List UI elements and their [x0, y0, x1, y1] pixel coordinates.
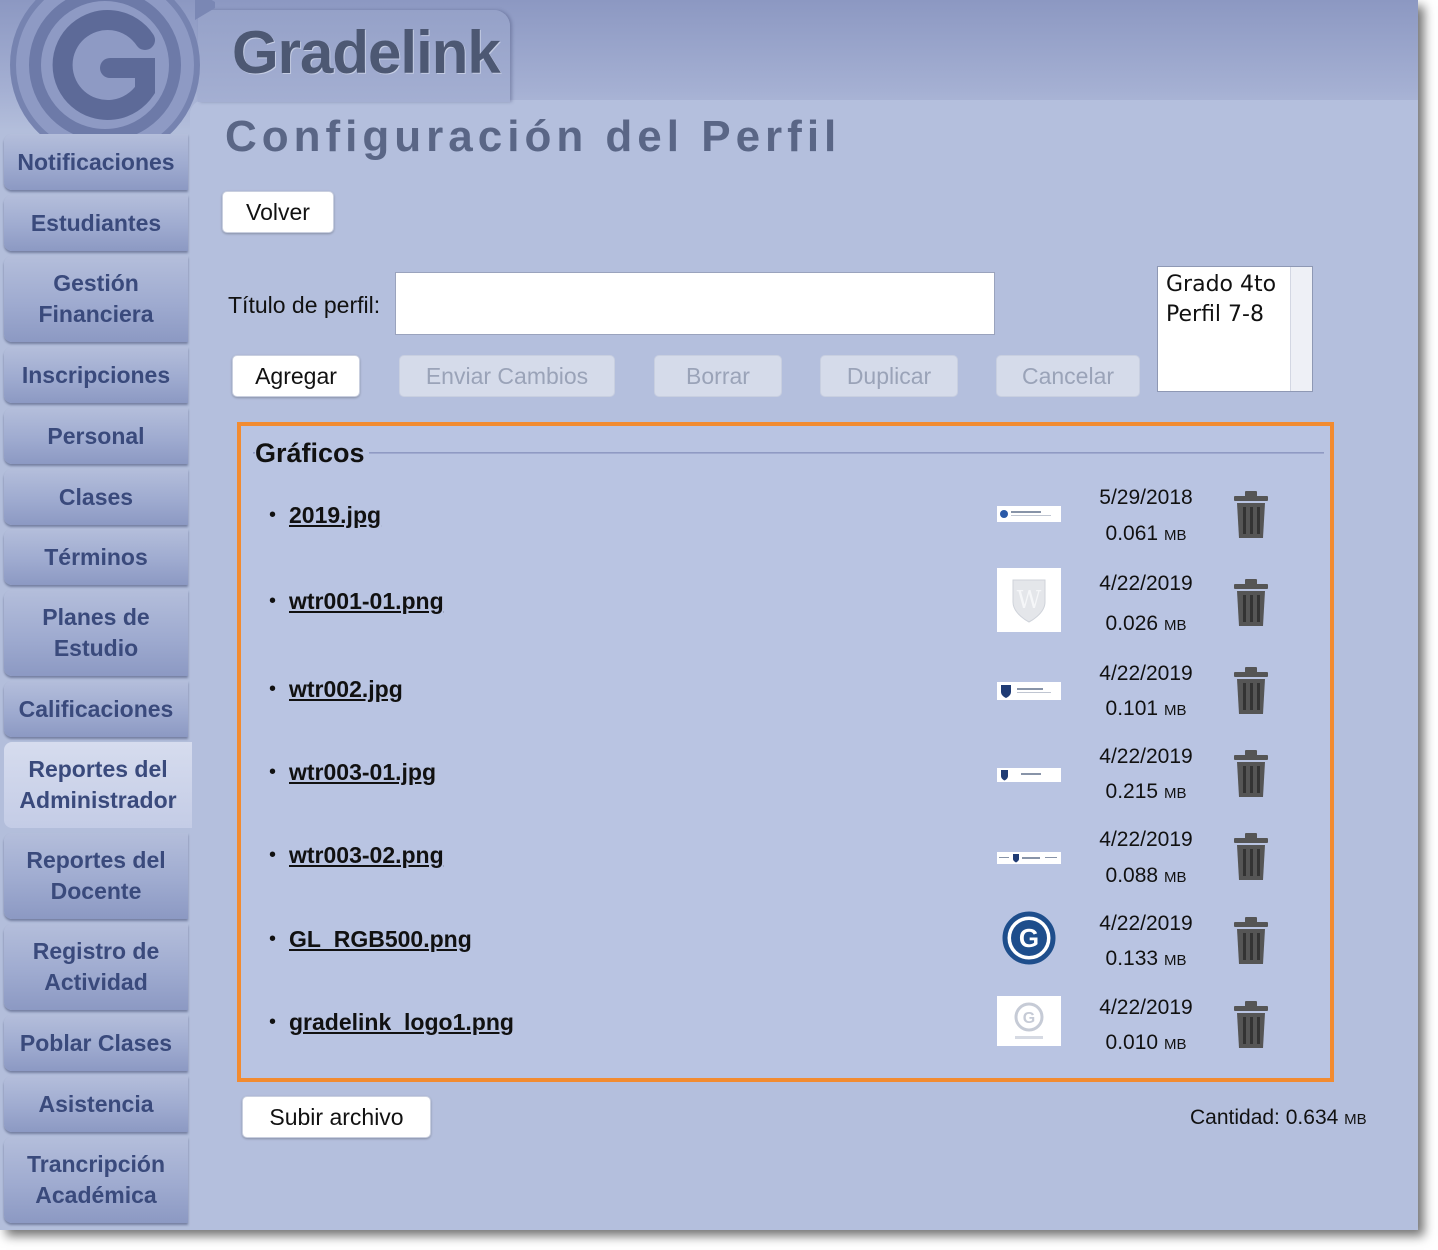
- nav-item-clases[interactable]: Clases: [4, 469, 188, 525]
- file-size-unit: MB: [1163, 702, 1187, 719]
- profile-title-label: Título de perfil:: [228, 292, 381, 318]
- back-button[interactable]: Volver: [222, 191, 334, 233]
- graphics-panel: Gráficos • 2019.jpg 5/29/2018 0.061 MB •…: [237, 422, 1334, 1082]
- nav-item-poblar-clases[interactable]: Poblar Clases: [4, 1015, 188, 1071]
- trash-icon[interactable]: [1231, 490, 1271, 540]
- shield-w-icon[interactable]: W: [997, 568, 1061, 632]
- trash-icon[interactable]: [1231, 916, 1271, 966]
- add-button[interactable]: Agregar: [232, 355, 360, 397]
- bullet: •: [269, 928, 277, 950]
- file-size-value: 0.101: [1105, 697, 1159, 720]
- file-date: 4/22/2019: [1099, 912, 1193, 935]
- profile-list-scrollbar[interactable]: [1290, 267, 1312, 391]
- file-date: 4/22/2019: [1099, 572, 1193, 595]
- file-size: 0.133 MB: [1091, 947, 1201, 971]
- banner-blue-icon[interactable]: [997, 506, 1061, 522]
- file-date: 4/22/2019: [1099, 662, 1193, 685]
- banner-shield-icon[interactable]: [997, 768, 1061, 782]
- trash-icon[interactable]: [1231, 1000, 1271, 1050]
- gradelink-logo-icon: [10, 0, 215, 150]
- bullet: •: [269, 844, 277, 866]
- file-date: 4/22/2019: [1099, 745, 1193, 768]
- total-unit: MB: [1344, 1111, 1367, 1128]
- nav-item-planes-de-estudio[interactable]: Planes de Estudio: [4, 590, 188, 676]
- bullet: •: [269, 590, 277, 612]
- nav-item-estudiantes[interactable]: Estudiantes: [4, 195, 188, 251]
- nav-item-personal[interactable]: Personal: [4, 408, 188, 464]
- nav-item-inscripciones[interactable]: Inscripciones: [4, 347, 188, 403]
- file-link[interactable]: wtr003-02.png: [289, 842, 444, 869]
- file-size-value: 0.088: [1105, 864, 1159, 887]
- file-date: 5/29/2018: [1099, 486, 1193, 509]
- file-link[interactable]: GL_RGB500.png: [289, 926, 472, 953]
- file-link[interactable]: wtr001-01.png: [289, 588, 444, 615]
- profile-option[interactable]: Grado 4to: [1158, 270, 1312, 300]
- banner-shield-icon[interactable]: [997, 682, 1061, 700]
- nav-item-asistencia[interactable]: Asistencia: [4, 1076, 188, 1132]
- total-label-text: Cantidad:: [1190, 1106, 1280, 1129]
- file-link[interactable]: gradelink_logo1.png: [289, 1009, 514, 1036]
- profile-option[interactable]: Perfil 7-8: [1158, 300, 1312, 330]
- nav-item-calificaciones[interactable]: Calificaciones: [4, 681, 188, 737]
- file-date: 4/22/2019: [1099, 996, 1193, 1019]
- file-size-value: 0.133: [1105, 947, 1159, 970]
- file-size-unit: MB: [1163, 785, 1187, 802]
- file-size-unit: MB: [1163, 869, 1187, 886]
- file-size-value: 0.061: [1105, 522, 1159, 545]
- file-size-unit: MB: [1163, 617, 1187, 634]
- upload-file-button[interactable]: Subir archivo: [242, 1096, 431, 1138]
- nav-item-registro-actividad[interactable]: Registro de Actividad: [4, 924, 188, 1010]
- bullet: •: [269, 678, 277, 700]
- svg-text:G: G: [1019, 923, 1039, 953]
- duplicate-button[interactable]: Duplicar: [820, 355, 958, 397]
- svg-text:G: G: [1023, 1010, 1035, 1027]
- trash-icon[interactable]: [1231, 749, 1271, 799]
- file-link[interactable]: 2019.jpg: [289, 502, 381, 529]
- nav-item-notificaciones[interactable]: Notificaciones: [4, 134, 188, 190]
- cancel-button[interactable]: Cancelar: [996, 355, 1140, 397]
- file-size: 0.101 MB: [1091, 697, 1201, 721]
- bullet: •: [269, 761, 277, 783]
- nav-item-transcripcion-academica[interactable]: Trancripción Académica: [4, 1137, 188, 1223]
- trash-icon[interactable]: [1231, 578, 1271, 628]
- file-link[interactable]: wtr003-01.jpg: [289, 759, 436, 786]
- file-size-value: 0.010: [1105, 1031, 1159, 1054]
- profile-title-input[interactable]: [395, 272, 995, 335]
- file-size: 0.215 MB: [1091, 780, 1201, 804]
- file-link[interactable]: wtr002.jpg: [289, 676, 403, 703]
- file-size-unit: MB: [1163, 952, 1187, 969]
- file-size-value: 0.026: [1105, 612, 1159, 635]
- graphics-legend: Gráficos: [255, 438, 369, 469]
- file-date: 4/22/2019: [1099, 828, 1193, 851]
- bullet: •: [269, 504, 277, 526]
- graphics-divider: [253, 452, 1324, 454]
- gradelink-g-icon[interactable]: G: [997, 908, 1061, 968]
- file-size: 0.061 MB: [1091, 522, 1201, 546]
- nav-item-gestion-financiera[interactable]: Gestión Financiera: [4, 256, 188, 342]
- file-size-unit: MB: [1163, 527, 1187, 544]
- gradelink-logo-light-icon[interactable]: G: [997, 996, 1061, 1046]
- banner-shield-icon[interactable]: [997, 852, 1061, 864]
- file-size: 0.026 MB: [1091, 612, 1201, 636]
- file-size-unit: MB: [1163, 1036, 1187, 1053]
- send-changes-button[interactable]: Enviar Cambios: [399, 355, 615, 397]
- total-size-label: Cantidad: 0.634 MB: [1190, 1106, 1367, 1130]
- page-title: Configuración del Perfil: [225, 112, 842, 161]
- brand-name: Gradelink: [232, 19, 501, 86]
- nav-item-reportes-docente[interactable]: Reportes del Docente: [4, 833, 188, 919]
- profile-list[interactable]: Grado 4to Perfil 7-8: [1157, 266, 1313, 392]
- trash-icon[interactable]: [1231, 666, 1271, 716]
- file-size: 0.088 MB: [1091, 864, 1201, 888]
- nav-item-terminos[interactable]: Términos: [4, 529, 188, 585]
- app-window: Gradelink Notificaciones Estudiantes Ges…: [0, 0, 1418, 1230]
- delete-button[interactable]: Borrar: [654, 355, 782, 397]
- trash-icon[interactable]: [1231, 832, 1271, 882]
- bullet: •: [269, 1011, 277, 1033]
- file-size: 0.010 MB: [1091, 1031, 1201, 1055]
- file-size-value: 0.215: [1105, 780, 1159, 803]
- svg-text:W: W: [1017, 586, 1042, 614]
- total-value: 0.634: [1285, 1106, 1339, 1129]
- nav-item-reportes-administrador[interactable]: Reportes del Administrador: [4, 742, 192, 828]
